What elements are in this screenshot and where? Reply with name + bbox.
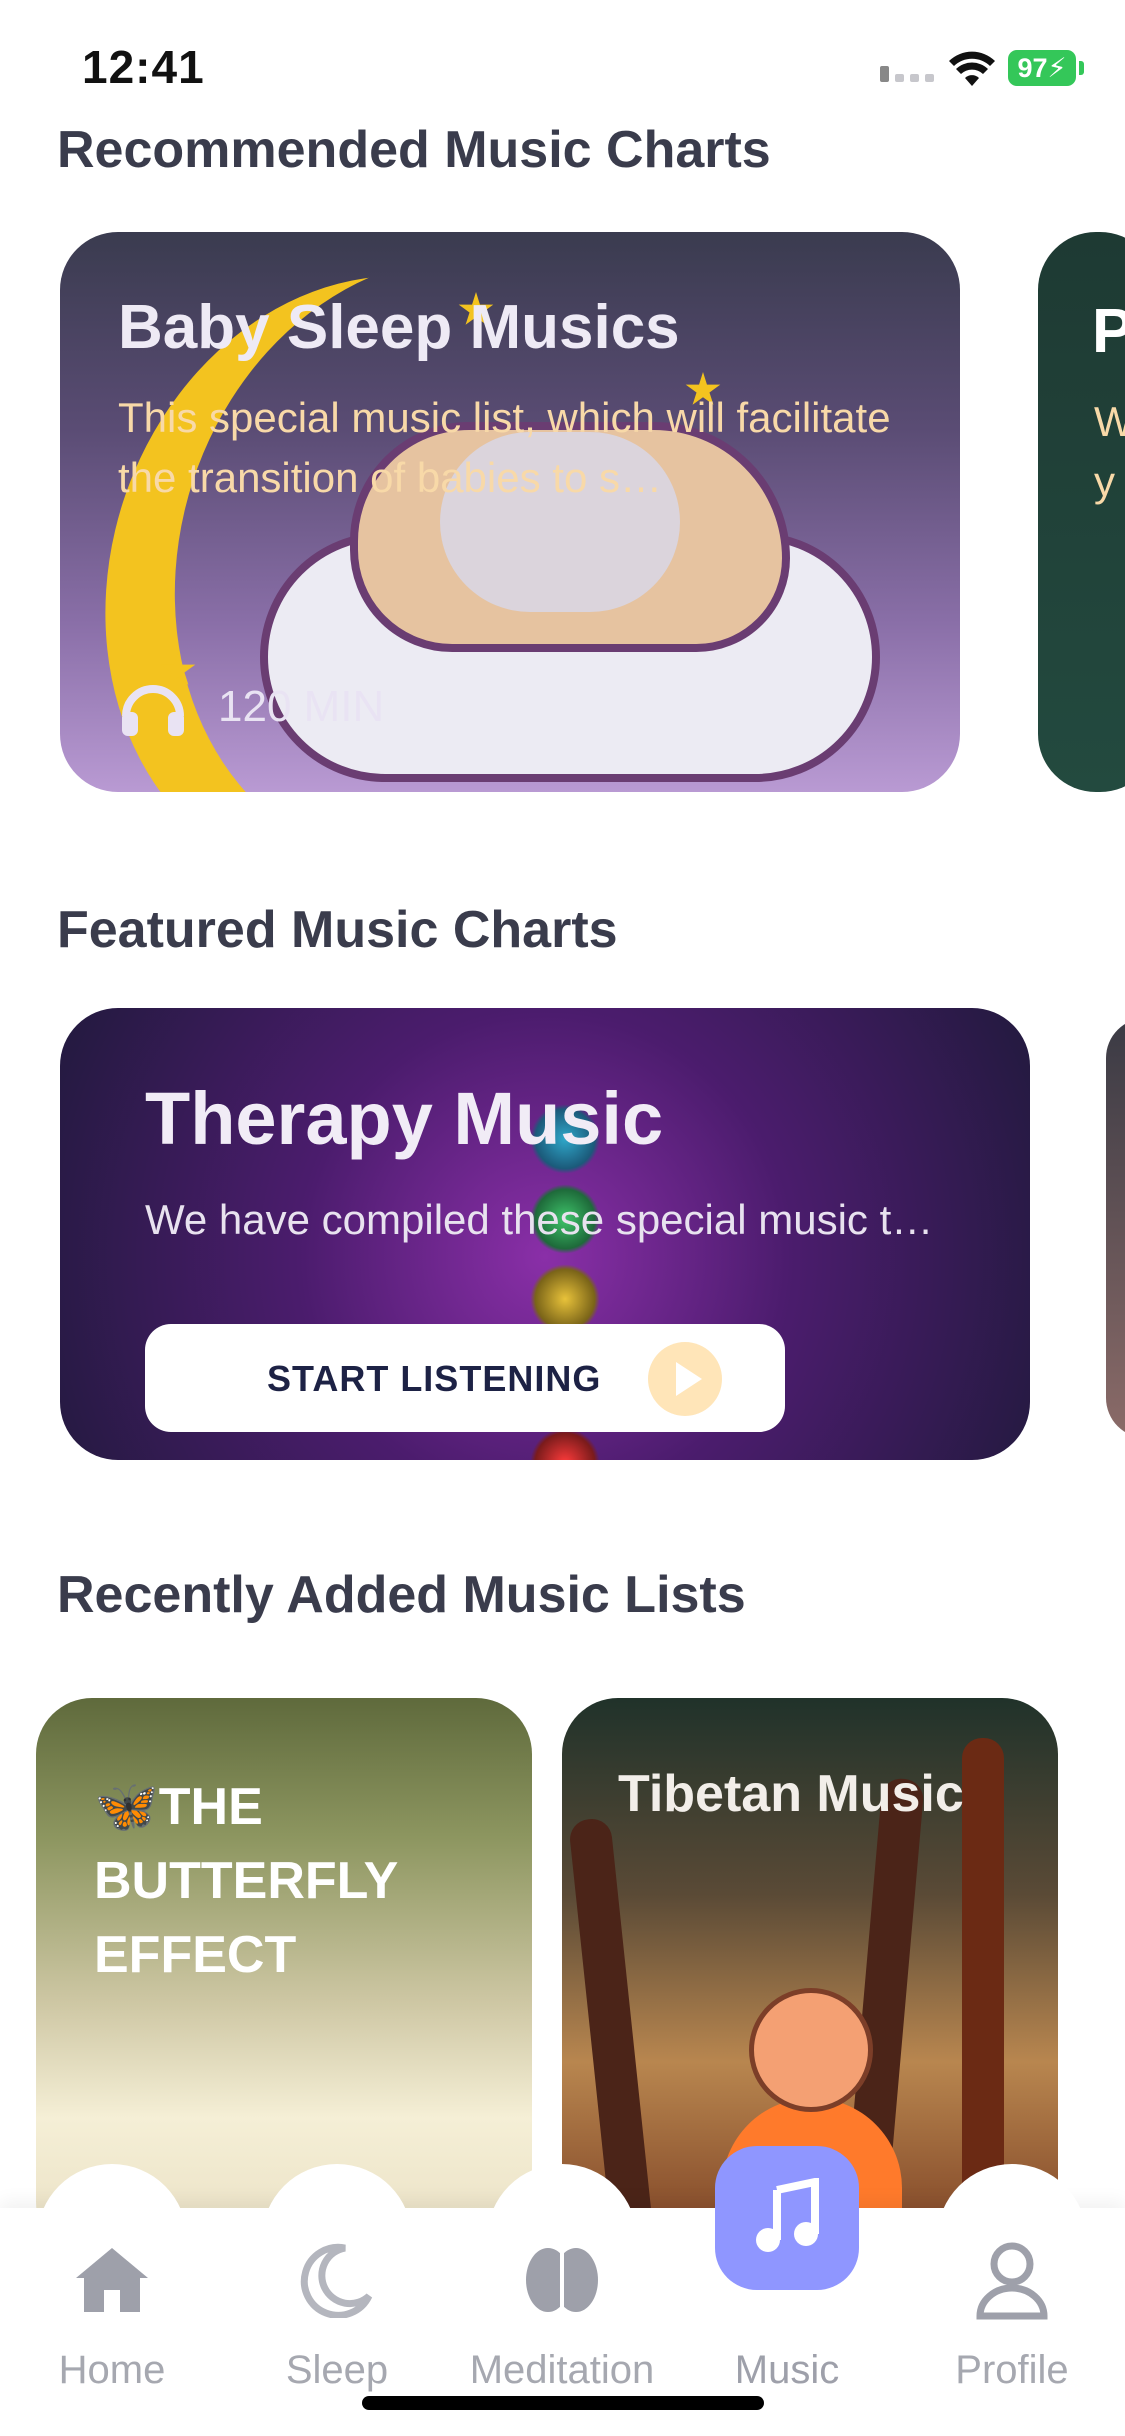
tibetan-music-title: Tibetan Music bbox=[618, 1765, 964, 1823]
nav-item-sleep[interactable]: Sleep bbox=[242, 2164, 432, 2408]
butterfly-icon: 🦋 bbox=[94, 1778, 159, 1836]
nav-label-meditation: Meditation bbox=[469, 2348, 655, 2392]
nav-label-music: Music bbox=[734, 2348, 840, 2392]
cellular-signal-icon bbox=[880, 66, 934, 82]
monk-illustration bbox=[749, 1988, 873, 2112]
nav-label-home: Home bbox=[58, 2348, 166, 2392]
start-listening-label: START LISTENING bbox=[267, 1358, 602, 1399]
nav-label-sleep: Sleep bbox=[285, 2348, 389, 2392]
start-listening-button[interactable]: START LISTENING bbox=[145, 1324, 785, 1432]
featured-section-title: Featured Music Charts bbox=[57, 901, 618, 959]
status-bar: 12:41 97 ⚡ bbox=[0, 0, 1125, 130]
play-icon bbox=[648, 1342, 722, 1416]
recommended-section-title: Recommended Music Charts bbox=[57, 121, 771, 179]
battery-level: 97 bbox=[1017, 52, 1048, 83]
chakra-symbol bbox=[530, 1428, 600, 1460]
featured-next-card[interactable] bbox=[1106, 1018, 1125, 1438]
nav-item-home[interactable]: Home bbox=[17, 2164, 207, 2408]
peek-card-title: P bbox=[1092, 297, 1125, 366]
battery-icon: 97 ⚡ bbox=[1008, 50, 1084, 86]
music-note-icon bbox=[715, 2146, 859, 2290]
recommended-card-title: Baby Sleep Musics bbox=[118, 293, 680, 362]
recently-added-section-title: Recently Added Music Lists bbox=[57, 1566, 746, 1624]
status-time: 12:41 bbox=[82, 41, 205, 93]
featured-card-description: We have compiled these special music t… bbox=[145, 1196, 934, 1243]
headphones-icon bbox=[122, 685, 184, 736]
brain-icon bbox=[520, 2238, 604, 2322]
nav-item-music[interactable]: Music bbox=[692, 2146, 882, 2408]
home-icon bbox=[70, 2238, 154, 2322]
recommended-card-description: This special music list, which will faci… bbox=[118, 394, 891, 501]
nav-label-profile: Profile bbox=[955, 2348, 1069, 2392]
featured-card-title: Therapy Music bbox=[145, 1077, 664, 1160]
duration-label: 120 MIN bbox=[218, 682, 385, 731]
home-indicator[interactable] bbox=[362, 2396, 764, 2410]
recommended-card-duration: 120 MIN bbox=[118, 676, 384, 738]
nav-item-profile[interactable]: Profile bbox=[917, 2164, 1107, 2408]
wifi-icon bbox=[949, 51, 995, 86]
moon-icon bbox=[295, 2238, 379, 2322]
profile-icon bbox=[970, 2238, 1054, 2322]
butterfly-effect-title: 🦋THE BUTTERFLY EFFECT bbox=[94, 1778, 398, 1984]
peek-card-description: Wy bbox=[1094, 398, 1125, 505]
nav-item-meditation[interactable]: Meditation bbox=[467, 2164, 657, 2408]
